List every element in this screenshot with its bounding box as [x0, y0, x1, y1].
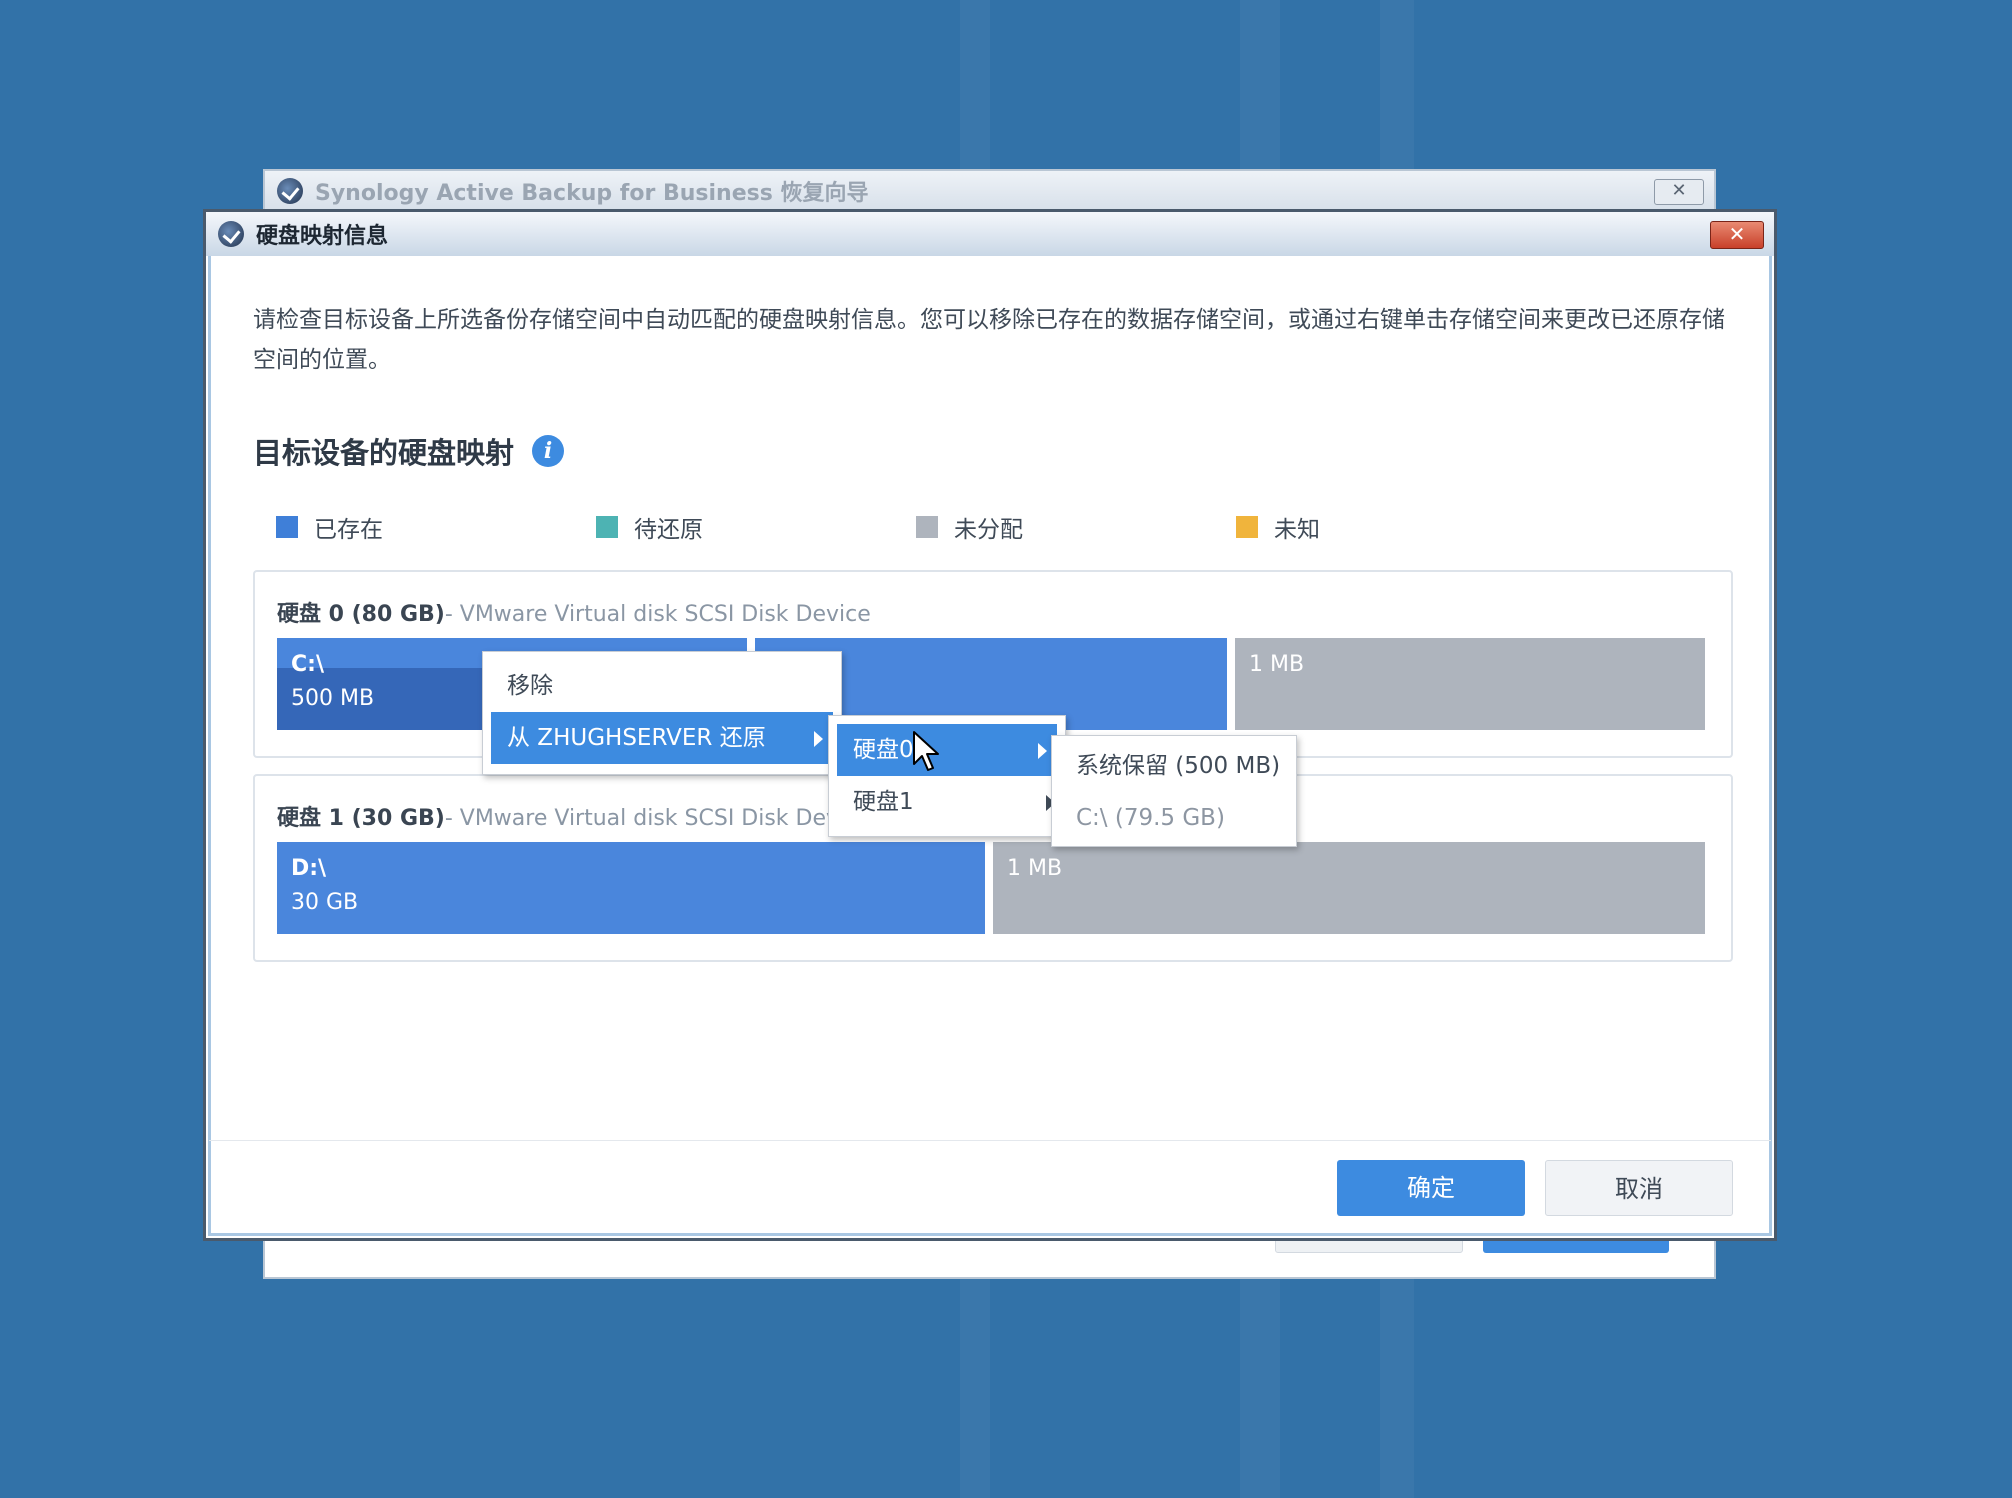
menu-item-label: 硬盘0 [853, 737, 914, 763]
info-icon[interactable]: i [532, 435, 565, 467]
legend-label: 待还原 [634, 517, 703, 543]
recovery-wizard-close-button[interactable]: ✕ [1654, 179, 1704, 205]
partition-d[interactable]: D:\ 30 GB [277, 842, 985, 934]
section-title-text: 目标设备的硬盘映射 [253, 436, 515, 470]
cancel-button[interactable]: 取消 [1545, 1160, 1733, 1216]
menu-item-label: 硬盘1 [853, 789, 914, 815]
menu-item-label: 从 ZHUGHSERVER 还原 [507, 725, 766, 751]
legend-item-unknown: 未知 [1236, 510, 1556, 544]
dialog-titlebar: 硬盘映射信息 [206, 212, 1774, 256]
recovery-wizard-titlebar: Synology Active Backup for Business 恢复向导 [265, 171, 1714, 211]
menu-item-restore-from-server[interactable]: 从 ZHUGHSERVER 还原 [491, 712, 833, 764]
partition-item-c: C:\ (79.5 GB) [1076, 805, 1225, 831]
synology-logo-icon [277, 178, 303, 204]
footer-divider [209, 1140, 1771, 1141]
ok-button[interactable]: 确定 [1337, 1160, 1525, 1216]
disk-1-header: 硬盘 1 (30 GB)- VMware Virtual disk SCSI D… [277, 800, 857, 832]
legend-swatch-icon [1236, 516, 1258, 538]
menu-item-remove[interactable]: 移除 [483, 660, 841, 712]
context-menu: 移除 从 ZHUGHSERVER 还原 [482, 651, 842, 775]
disk-name: 硬盘 1 (30 GB) [277, 806, 445, 831]
disk-name: 硬盘 0 (80 GB) [277, 602, 445, 627]
partition-disk1-unallocated[interactable]: 1 MB [993, 842, 1705, 934]
legend-swatch-icon [596, 516, 618, 538]
submenu-item-disk0[interactable]: 硬盘0 [837, 724, 1057, 776]
submenu-item-disk1[interactable]: 硬盘1 [829, 776, 1065, 828]
partition-size: 1 MB [1007, 856, 1063, 881]
recovery-wizard-title: Synology Active Backup for Business 恢复向导 [315, 181, 869, 206]
disk-0-header: 硬盘 0 (80 GB)- VMware Virtual disk SCSI D… [277, 596, 871, 628]
synology-logo-icon [218, 221, 244, 247]
dialog-title: 硬盘映射信息 [256, 224, 389, 249]
submenu-arrow-icon [814, 731, 823, 747]
dialog-description: 请检查目标设备上所选备份存储空间中自动匹配的硬盘映射信息。您可以移除已存在的数据… [253, 307, 1725, 373]
section-title: 目标设备的硬盘映射 i [253, 430, 565, 472]
partition-size: 1 MB [1249, 652, 1305, 677]
partition-item-system-reserved[interactable]: 系统保留 (500 MB) [1052, 740, 1296, 792]
legend: 已存在 待还原 未分配 未知 [276, 510, 1556, 544]
legend-label: 已存在 [314, 517, 383, 543]
legend-swatch-icon [916, 516, 938, 538]
disk-device: - VMware Virtual disk SCSI Disk Device [444, 602, 871, 627]
partition-submenu: 系统保留 (500 MB) C:\ (79.5 GB) [1051, 735, 1297, 847]
disk-device: - VMware Virtual disk SCSI Disk Devic [444, 806, 858, 831]
legend-label: 未分配 [954, 517, 1023, 543]
legend-swatch-icon [276, 516, 298, 538]
submenu-arrow-icon [1038, 743, 1047, 759]
partition-letter: D:\ [291, 856, 327, 881]
disk-submenu: 硬盘0 硬盘1 [828, 715, 1066, 837]
legend-label: 未知 [1274, 517, 1320, 543]
legend-item-unallocated: 未分配 [916, 510, 1236, 544]
partition-size: 30 GB [291, 890, 359, 915]
dialog-close-button[interactable]: ✕ [1710, 221, 1764, 249]
legend-item-to-restore: 待还原 [596, 510, 916, 544]
partition-disk0-unallocated[interactable]: 1 MB [1235, 638, 1705, 730]
mouse-cursor-icon [913, 731, 939, 771]
legend-item-existing: 已存在 [276, 510, 596, 544]
